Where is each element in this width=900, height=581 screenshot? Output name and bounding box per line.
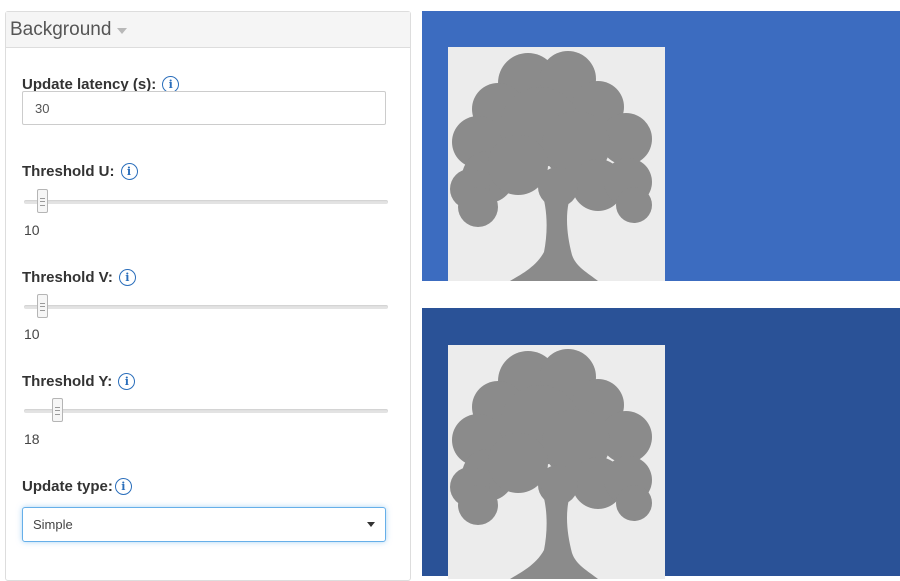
threshold-v-slider[interactable]	[24, 294, 388, 318]
preview-thumbnail	[448, 47, 665, 281]
threshold-u-label: Threshold U: i	[22, 163, 138, 180]
info-icon[interactable]: i	[114, 478, 132, 495]
update-type-select[interactable]: Simple	[22, 507, 386, 542]
tree-icon	[450, 51, 652, 281]
slider-handle[interactable]	[37, 189, 49, 213]
preview-top	[422, 11, 900, 281]
slider-handle[interactable]	[37, 294, 49, 318]
threshold-y-slider[interactable]	[24, 398, 388, 422]
threshold-u-value: 10	[24, 222, 40, 238]
preview-bottom	[422, 308, 900, 579]
panel-title: Background	[10, 18, 112, 40]
threshold-v-label: Threshold V: i	[22, 269, 136, 286]
info-icon[interactable]: i	[118, 269, 136, 286]
preview-thumbnail	[448, 345, 665, 579]
slider-handle[interactable]	[51, 398, 63, 422]
threshold-v-value: 10	[24, 326, 40, 342]
tree-icon	[450, 349, 652, 579]
panel-header[interactable]: Background	[6, 12, 410, 48]
latency-input[interactable]	[22, 91, 386, 125]
threshold-y-label: Threshold Y: i	[22, 373, 136, 390]
caret-down-icon[interactable]	[367, 522, 375, 527]
info-icon[interactable]: i	[118, 373, 136, 390]
slider-track[interactable]	[24, 305, 388, 309]
update-type-label: Update type: i	[22, 478, 132, 495]
info-icon[interactable]: i	[120, 163, 138, 180]
update-type-selected: Simple	[33, 517, 73, 532]
slider-track[interactable]	[24, 409, 388, 413]
threshold-u-slider[interactable]	[24, 189, 388, 213]
chevron-down-icon[interactable]	[117, 27, 128, 34]
threshold-y-value: 18	[24, 431, 40, 447]
slider-track[interactable]	[24, 200, 388, 204]
